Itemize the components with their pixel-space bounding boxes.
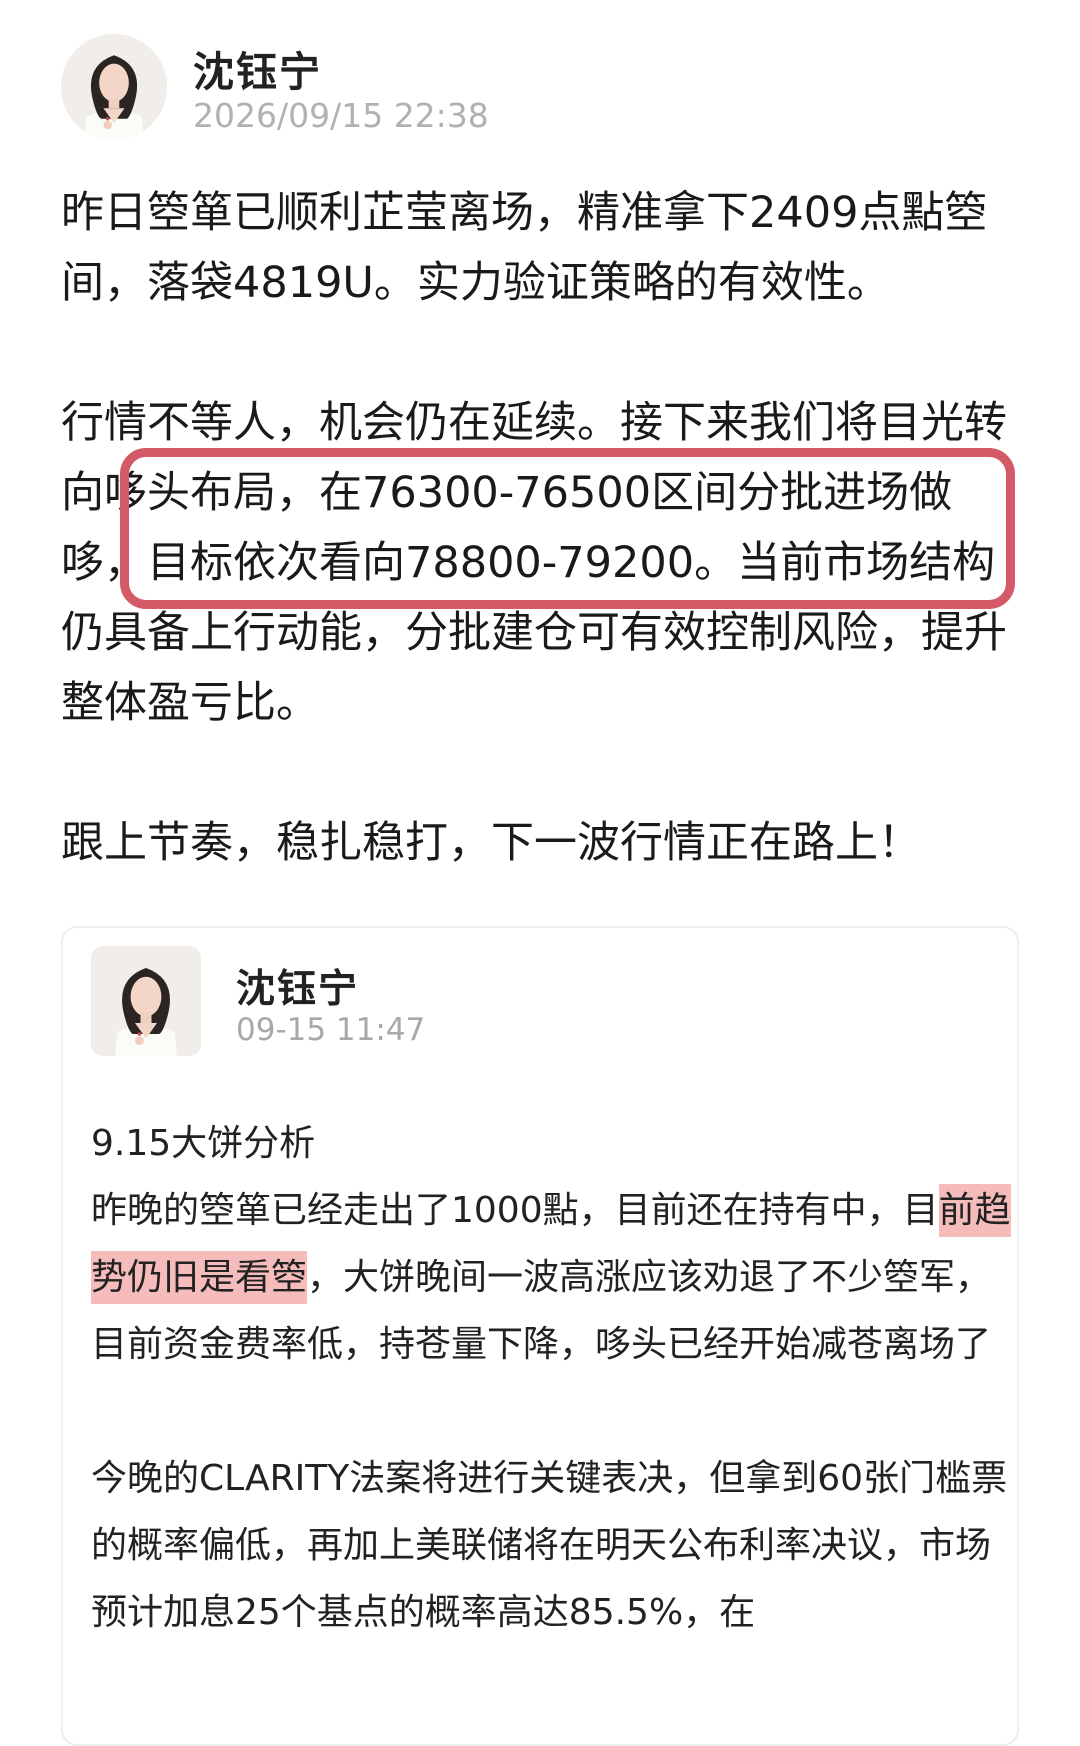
- author-name[interactable]: 沈钰宁: [193, 38, 322, 98]
- quoted-timestamp: 09-15 11:47: [236, 1012, 426, 1048]
- author-avatar[interactable]: [61, 34, 167, 140]
- avatar-portrait: [61, 34, 167, 140]
- quoted-paragraph: 昨晚的箜箪已经走出了1000點，目前还在持有中，目前趋势仍旧是看箜，大饼晚间一波…: [91, 1177, 1011, 1378]
- quoted-author-name[interactable]: 沈钰宁: [236, 958, 359, 1014]
- post-header: 沈钰宁 2026/09/15 22:38: [61, 34, 1041, 144]
- quoted-post-card[interactable]: 沈钰宁 09-15 11:47 9.15大饼分析 昨晚的箜箪已经走出了1000點…: [61, 926, 1019, 1746]
- quoted-body: 9.15大饼分析 昨晚的箜箪已经走出了1000點，目前还在持有中，目前趋势仍旧是…: [91, 1110, 1011, 1646]
- post-timestamp: 2026/09/15 22:38: [193, 96, 489, 135]
- quoted-title: 9.15大饼分析: [91, 1123, 316, 1164]
- post-paragraph: 行情不等人，机会仍在延续。接下来我们将目光转向哆头布局，在76300-76500…: [61, 398, 1007, 728]
- post-body: 昨日箜箪已顺利芷莹离场，精准拿下2409点點箜间，落袋4819U。实力验证策略的…: [61, 178, 1021, 878]
- avatar-portrait: [91, 946, 201, 1056]
- quoted-author-avatar[interactable]: [91, 946, 201, 1056]
- post-paragraph: 跟上节奏，稳扎稳打，下一波行情正在路上！: [61, 818, 921, 868]
- post-paragraph: 昨日箜箪已顺利芷莹离场，精准拿下2409点點箜间，落袋4819U。实力验证策略的…: [61, 188, 988, 308]
- quoted-paragraph: 今晚的CLARITY法案将进行关键表决，但拿到60张门槛票的概率偏低，再加上美联…: [91, 1458, 1008, 1633]
- quoted-text: 昨晚的箜箪已经走出了1000點，目前还在持有中，目: [91, 1190, 939, 1231]
